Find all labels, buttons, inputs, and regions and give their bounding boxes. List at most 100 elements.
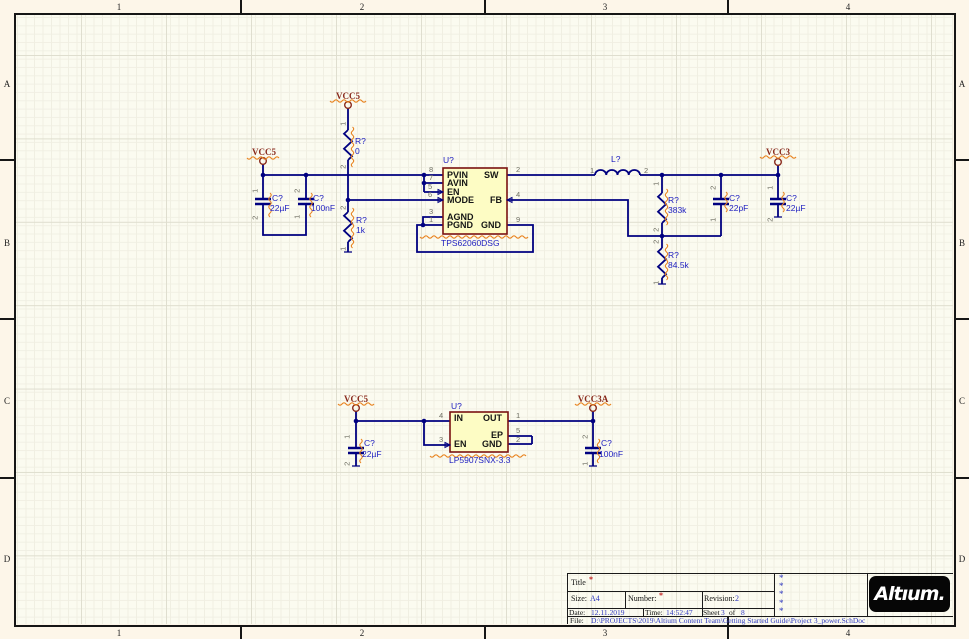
junction-dot — [421, 223, 426, 228]
titleblock-title-value[interactable]: * — [589, 576, 593, 584]
pin-name-ldo-gnd: GND — [482, 440, 502, 449]
pin-name-gnd: GND — [481, 221, 501, 230]
pin-number: 1 — [339, 244, 347, 254]
power-port-label-vcc5-lower[interactable]: VCC5 — [344, 395, 368, 404]
pin-number: 1 — [652, 179, 660, 189]
value-c-byp[interactable]: 100nF — [311, 204, 335, 213]
titleblock-revision-label: Revision: — [704, 595, 735, 603]
designator-ldo-cout[interactable]: C? — [601, 439, 612, 448]
pin-name-sw: SW — [484, 171, 499, 180]
pin-number: 1 — [343, 432, 351, 442]
titleblock-line — [567, 573, 953, 574]
designator-c-out[interactable]: C? — [786, 194, 797, 203]
designator-r-1k[interactable]: R? — [356, 216, 367, 225]
pin-number: 2 — [516, 436, 520, 444]
pin-number: 2 — [251, 213, 259, 223]
titleblock-number-label: Number: — [628, 595, 656, 603]
designator-l1[interactable]: L? — [611, 155, 620, 164]
schematic-graphics — [0, 0, 969, 639]
pin-number: 2 — [644, 167, 648, 175]
wire-end-tick — [344, 217, 782, 466]
value-ldo-cin[interactable]: 22µF — [362, 450, 382, 459]
resistor-body-r-1k[interactable] — [344, 212, 352, 242]
junction-dot — [261, 173, 266, 178]
value-r-845k[interactable]: 84.5k — [668, 261, 689, 270]
power-port-label-vcc3a[interactable]: VCC3A — [578, 395, 609, 404]
pin-number: 1 — [339, 119, 347, 129]
pin-name-fb: FB — [490, 196, 502, 205]
wire-ldo-in-rail[interactable] — [356, 411, 450, 421]
junction-dot — [719, 173, 724, 178]
junction-dot — [304, 173, 309, 178]
designator-u1[interactable]: U? — [443, 156, 454, 165]
junction-dot — [422, 181, 427, 186]
titleblock-file-value[interactable]: D:\PROJECTS\2019\Altium Content Team\Get… — [591, 617, 865, 625]
wire-fb-net[interactable] — [507, 200, 721, 236]
part-name-u2[interactable]: LP5907SNX-3.3 — [449, 456, 510, 465]
power-port-label-vcc5-left[interactable]: VCC5 — [252, 148, 276, 157]
titleblock-line — [643, 608, 644, 616]
designator-r-383k[interactable]: R? — [668, 196, 679, 205]
pin-number: 1 — [581, 459, 589, 469]
wire-pvin-avin-en[interactable] — [424, 175, 443, 192]
value-r-zero[interactable]: 0 — [355, 147, 360, 156]
pin-number: 2 — [709, 183, 717, 193]
designator-c-byp[interactable]: C? — [313, 194, 324, 203]
pin-name-pgnd: PGND — [447, 221, 473, 230]
wire-ldo-en[interactable] — [424, 421, 450, 445]
pin-number: 2 — [652, 237, 660, 247]
altium-logo[interactable]: Altıum. — [869, 576, 950, 612]
pin-number: 2 — [516, 166, 520, 174]
designator-r-845k[interactable]: R? — [668, 251, 679, 260]
pin-number: 5 — [516, 427, 520, 435]
titleblock-line — [567, 573, 568, 624]
altium-logo-text: Altıum. — [874, 583, 944, 605]
pin-name-in: IN — [454, 414, 463, 423]
designator-u2[interactable]: U? — [451, 402, 462, 411]
error-squiggle — [725, 192, 727, 212]
designator-ldo-cin[interactable]: C? — [364, 439, 375, 448]
pin-number: 1 — [590, 167, 594, 175]
power-port-label-vcc3[interactable]: VCC3 — [766, 148, 790, 157]
pin-number: 2 — [339, 203, 347, 213]
designator-c-ff[interactable]: C? — [729, 194, 740, 203]
junction-dot — [422, 173, 427, 178]
error-squiggle — [351, 127, 353, 167]
value-r-383k[interactable]: 383k — [668, 206, 686, 215]
pin-name-out: OUT — [483, 414, 502, 423]
value-c-in[interactable]: 22µF — [270, 204, 290, 213]
designator-c-in[interactable]: C? — [272, 194, 283, 203]
resistor-body-r-383k[interactable] — [658, 193, 666, 223]
pin-number: 1 — [766, 183, 774, 193]
pin-number: 4 — [516, 191, 520, 199]
titleblock-revision-value[interactable]: 2 — [735, 595, 739, 603]
value-c-ff[interactable]: 22pF — [729, 204, 748, 213]
value-ldo-cout[interactable]: 100nF — [599, 450, 623, 459]
power-port-circle-vcc3 — [775, 159, 782, 166]
pin-number: 2 — [766, 215, 774, 225]
wire-vcc5-rail[interactable] — [263, 164, 443, 175]
junction-dot — [422, 419, 427, 424]
junction-dot — [660, 173, 665, 178]
inductor-body-l1[interactable] — [595, 170, 640, 175]
value-r-1k[interactable]: 1k — [356, 226, 365, 235]
titleblock-number-value[interactable]: * — [659, 592, 663, 600]
error-squiggle — [782, 192, 784, 212]
titleblock-title-label: Title — [571, 579, 586, 587]
junction-dot — [591, 419, 596, 424]
junction-dot — [346, 198, 351, 203]
junction-dot — [354, 419, 359, 424]
pin-number: 1 — [652, 278, 660, 288]
value-c-out[interactable]: 22µF — [786, 204, 806, 213]
junction-dot — [660, 234, 665, 239]
resistor-body-r-zero[interactable] — [344, 130, 352, 160]
titleblock-size-value[interactable]: A4 — [590, 595, 600, 603]
designator-r-zero[interactable]: R? — [355, 137, 366, 146]
pin-number: 2 — [343, 459, 351, 469]
power-ports[interactable] — [260, 102, 782, 412]
part-name-u1[interactable]: TPS62060DSG — [441, 239, 500, 248]
pin-number: 2 — [581, 432, 589, 442]
pin-number: 2 — [652, 225, 660, 235]
resistor-body-r-845k[interactable] — [658, 248, 666, 278]
power-port-label-vcc5-top[interactable]: VCC5 — [336, 92, 360, 101]
